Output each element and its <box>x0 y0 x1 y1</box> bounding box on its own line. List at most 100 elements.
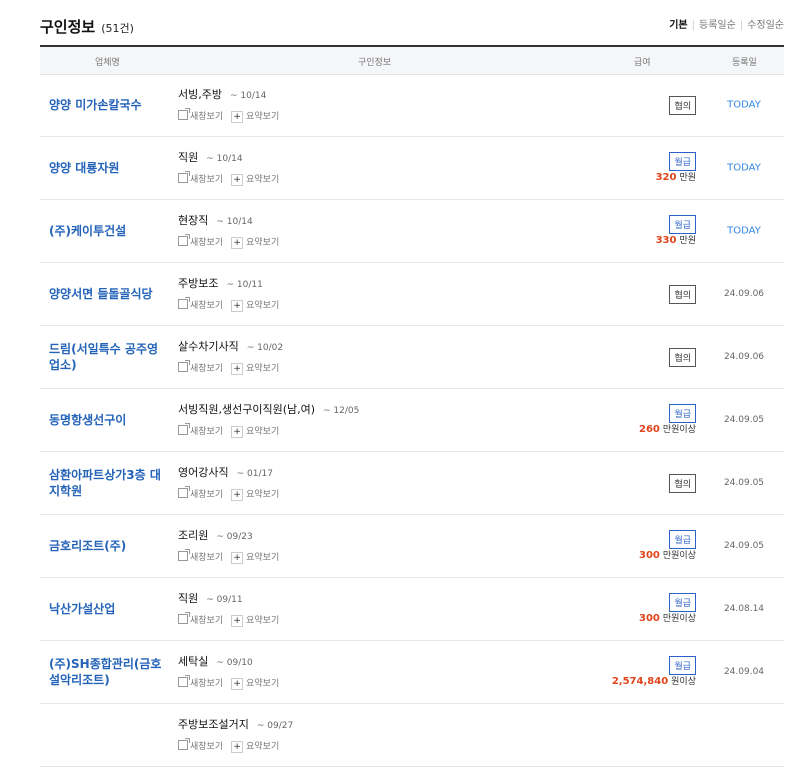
pay-amount-value: 320 <box>655 172 677 183</box>
new-window-link[interactable]: 새창보기 <box>178 549 223 563</box>
new-window-link[interactable]: 새창보기 <box>178 360 223 374</box>
pay-type-badge: 협의 <box>669 348 696 367</box>
new-window-label: 새창보기 <box>190 112 224 122</box>
row-actions: 새창보기 + 요약보기 <box>178 423 287 438</box>
job-title[interactable]: 주방보조 ~ 10/11 <box>178 275 263 291</box>
company-name-link[interactable]: 낙산가설산업 <box>49 601 167 617</box>
new-window-label: 새창보기 <box>190 175 224 185</box>
summary-link[interactable]: + 요약보기 <box>231 109 279 123</box>
new-window-link[interactable]: 새창보기 <box>178 486 223 500</box>
new-window-link[interactable]: 새창보기 <box>178 108 224 122</box>
row-actions: 새창보기 + 요약보기 <box>178 297 287 312</box>
summary-link[interactable]: + 요약보기 <box>231 550 279 564</box>
new-window-link[interactable]: 새창보기 <box>178 234 223 248</box>
job-title[interactable]: 서빙,주방 ~ 10/14 <box>178 86 266 102</box>
company-name-link[interactable]: 양양서면 들돌골식당 <box>49 286 167 302</box>
new-window-label: 새창보기 <box>190 616 224 626</box>
pay-amount: 320 만원 <box>656 170 696 183</box>
job-title-text[interactable]: 영어강사직 <box>178 466 229 479</box>
table-row[interactable]: (주)케이투건설 현장직 ~ 10/14 새창보기 + 요약보기 월급 330 만원 TODAY <box>40 200 784 263</box>
new-window-link[interactable]: 새창보기 <box>178 738 223 752</box>
new-window-link[interactable]: 새창보기 <box>178 612 224 626</box>
pay-info: 월급 260 만원이상 <box>536 389 696 451</box>
summary-link[interactable]: + 요약보기 <box>231 739 279 753</box>
plus-icon: + <box>231 237 244 249</box>
company-name-link[interactable]: 양양 미가손칼국수 <box>49 97 167 113</box>
external-link-icon <box>178 738 190 750</box>
deadline: ~ 09/10 <box>216 658 253 668</box>
job-title-text[interactable]: 서빙직원,생선구이직원(남,여) <box>178 403 315 416</box>
job-title[interactable]: 영어강사직 ~ 01/17 <box>178 464 273 480</box>
sort-basic[interactable]: 기본 <box>669 20 687 31</box>
company-name-link[interactable]: (주)케이투건설 <box>49 223 167 239</box>
plus-icon: + <box>231 111 244 123</box>
table-row[interactable]: 동명항생선구이 서빙직원,생선구이직원(남,여) ~ 12/05 새창보기 + 요약보기 월… <box>40 389 784 452</box>
job-title[interactable]: 살수차기사직 ~ 10/02 <box>178 338 283 354</box>
job-title[interactable]: 직원 ~ 09/11 <box>178 590 243 606</box>
company-name-link[interactable]: 금호리조트(주) <box>49 538 167 554</box>
table-row[interactable]: 주방보조설거지 ~ 09/27 새창보기 + 요약보기 <box>40 704 784 767</box>
pay-amount-value: 2,574,840 <box>611 676 669 687</box>
new-window-link[interactable]: 새창보기 <box>178 675 223 689</box>
sort-by-registration[interactable]: 등록일순 <box>699 20 736 31</box>
job-title-text[interactable]: 세탁실 <box>178 655 208 668</box>
company-name-link[interactable]: 동명항생선구이 <box>49 412 167 428</box>
external-link-icon <box>178 297 190 309</box>
new-window-link[interactable]: 새창보기 <box>178 423 223 437</box>
new-window-link[interactable]: 새창보기 <box>178 297 223 311</box>
column-company: 업체명 <box>95 58 120 68</box>
table-row[interactable]: 양양 대룡자원 직원 ~ 10/14 새창보기 + 요약보기 월급 320 만원 TODAY <box>40 137 784 200</box>
job-title-text[interactable]: 주방보조설거지 <box>178 718 249 731</box>
external-link-icon <box>178 423 190 435</box>
summary-link[interactable]: + 요약보기 <box>231 361 279 375</box>
registered-date: 24.08.14 <box>723 604 765 614</box>
pay-amount: 260 만원이상 <box>639 422 696 435</box>
pay-info: 월급 300 만원이상 <box>536 578 696 640</box>
job-title[interactable]: 현장직 ~ 10/14 <box>178 212 253 228</box>
company-name-link[interactable]: 삼환아파트상가3층 대지학원 <box>49 467 167 499</box>
job-title-text[interactable]: 살수차기사직 <box>178 340 239 353</box>
deadline: ~ 09/23 <box>216 532 253 542</box>
job-title[interactable]: 주방보조설거지 ~ 09/27 <box>178 716 293 732</box>
company-name-link[interactable]: 양양 대룡자원 <box>49 160 167 176</box>
list-header: 구인정보 (51건) 기본 | 등록일순 | 수정일순 <box>40 0 784 47</box>
table-row[interactable]: 드림(서일특수 공주영업소) 살수차기사직 ~ 10/02 새창보기 + 요약보기 협의 24… <box>40 326 784 389</box>
summary-label: 요약보기 <box>246 553 280 563</box>
company-name-link[interactable]: 드림(서일특수 공주영업소) <box>49 341 167 373</box>
pay-info: 협의 <box>536 74 696 136</box>
job-title-text[interactable]: 서빙,주방 <box>178 88 222 101</box>
pay-amount-value: 260 <box>639 424 660 435</box>
job-title-text[interactable]: 직원 <box>178 151 198 164</box>
job-title[interactable]: 세탁실 ~ 09/10 <box>178 653 253 669</box>
sort-by-modified[interactable]: 수정일순 <box>747 20 784 31</box>
job-title[interactable]: 직원 ~ 10/14 <box>178 149 243 165</box>
job-title[interactable]: 조리원 ~ 09/23 <box>178 527 253 543</box>
row-actions: 새창보기 + 요약보기 <box>178 675 287 690</box>
company-name-link[interactable]: (주)SH종합관리(금호설악리조트) <box>49 656 167 688</box>
table-row[interactable]: 낙산가설산업 직원 ~ 09/11 새창보기 + 요약보기 월급 300 만원이상 24.08.1… <box>40 578 784 641</box>
pay-info: 월급 2,574,840 원이상 <box>536 641 696 703</box>
job-title-text[interactable]: 현장직 <box>178 214 208 227</box>
summary-link[interactable]: + 요약보기 <box>231 172 279 186</box>
job-list: 양양 미가손칼국수 서빙,주방 ~ 10/14 새창보기 + 요약보기 협의 TODAY 양양 … <box>40 74 784 767</box>
summary-link[interactable]: + 요약보기 <box>231 487 279 501</box>
table-row[interactable]: 양양 미가손칼국수 서빙,주방 ~ 10/14 새창보기 + 요약보기 협의 TODAY <box>40 74 784 137</box>
job-title-text[interactable]: 조리원 <box>178 529 208 542</box>
job-title-text[interactable]: 주방보조 <box>178 277 218 290</box>
summary-link[interactable]: + 요약보기 <box>231 613 279 627</box>
summary-link[interactable]: + 요약보기 <box>231 235 279 249</box>
job-title[interactable]: 서빙직원,생선구이직원(남,여) ~ 12/05 <box>178 401 359 417</box>
summary-link[interactable]: + 요약보기 <box>231 676 279 690</box>
plus-icon: + <box>231 552 244 564</box>
summary-link[interactable]: + 요약보기 <box>231 298 279 312</box>
job-title-text[interactable]: 직원 <box>178 592 198 605</box>
pay-type-badge: 협의 <box>669 285 696 304</box>
table-row[interactable]: 양양서면 들돌골식당 주방보조 ~ 10/11 새창보기 + 요약보기 협의 24.09.06 <box>40 263 784 326</box>
summary-label: 요약보기 <box>246 616 280 626</box>
table-row[interactable]: (주)SH종합관리(금호설악리조트) 세탁실 ~ 09/10 새창보기 + 요약보기 월급 2… <box>40 641 784 704</box>
table-row[interactable]: 금호리조트(주) 조리원 ~ 09/23 새창보기 + 요약보기 월급 300 만원이상 24.0… <box>40 515 784 578</box>
new-window-link[interactable]: 새창보기 <box>178 171 224 185</box>
table-row[interactable]: 삼환아파트상가3층 대지학원 영어강사직 ~ 01/17 새창보기 + 요약보기 협의 24.… <box>40 452 784 515</box>
summary-link[interactable]: + 요약보기 <box>231 424 279 438</box>
registered-date: TODAY <box>727 225 761 237</box>
